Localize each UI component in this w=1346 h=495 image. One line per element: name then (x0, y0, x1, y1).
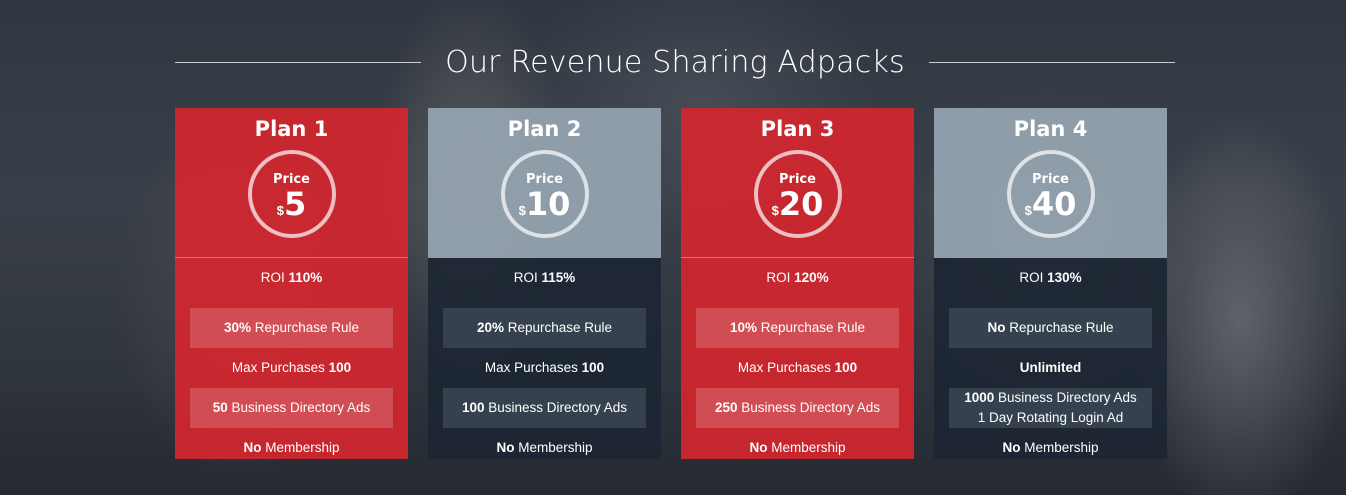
currency-symbol: $ (518, 203, 526, 218)
membership-value: No (496, 440, 515, 455)
membership-value: No (749, 440, 768, 455)
max-value: 100 (834, 360, 858, 375)
roi-label: ROI (260, 270, 285, 285)
currency-symbol: $ (1024, 203, 1032, 218)
ads-row: 1000 Business Directory Ads 1 Day Rotati… (949, 388, 1152, 428)
max-label: Max Purchases (737, 360, 831, 375)
roi-value: 120% (794, 270, 829, 285)
plan-name: Plan 2 (507, 117, 582, 141)
roi-row: ROI 130% (949, 268, 1152, 288)
membership-row: No Membership (696, 438, 899, 458)
max-value: 100 (581, 360, 605, 375)
repurchase-value: 10% (729, 320, 757, 335)
repurchase-row: 20% Repurchase Rule (443, 308, 646, 348)
plan-card-1[interactable]: Plan 1 Price $5 ROI 110% 30% Repurchase … (175, 108, 408, 459)
plan-features: ROI 115% 20% Repurchase Rule Max Purchas… (428, 258, 661, 459)
membership-row: No Membership (190, 438, 393, 458)
roi-label: ROI (513, 270, 538, 285)
ads-row: 100 Business Directory Ads (443, 388, 646, 428)
membership-text: Membership (265, 440, 340, 455)
price-value: $5 (277, 188, 307, 220)
plan-header: Plan 3 Price $20 (681, 108, 914, 258)
price-amount: 5 (283, 185, 307, 223)
membership-row: No Membership (949, 438, 1152, 458)
plan-header: Plan 4 Price $40 (934, 108, 1167, 258)
plan-name: Plan 1 (254, 117, 329, 141)
ads-row: 50 Business Directory Ads (190, 388, 393, 428)
price-circle: Price $10 (500, 150, 589, 238)
plan-features: ROI 120% 10% Repurchase Rule Max Purchas… (681, 258, 914, 459)
plans-container: Plan 1 Price $5 ROI 110% 30% Repurchase … (175, 108, 1167, 459)
ads-text: Business Directory Ads (741, 400, 881, 415)
plan-features: ROI 130% No Repurchase Rule Unlimited 10… (934, 258, 1167, 459)
ads-text: Business Directory Ads (998, 390, 1137, 405)
ads-value: 1000 (964, 390, 995, 405)
repurchase-row: 10% Repurchase Rule (696, 308, 899, 348)
max-value: Unlimited (1019, 360, 1082, 375)
price-amount: 40 (1031, 185, 1077, 223)
repurchase-value: 30% (223, 320, 251, 335)
plan-features: ROI 110% 30% Repurchase Rule Max Purchas… (175, 258, 408, 459)
max-value: 100 (328, 360, 352, 375)
title-divider-left (175, 61, 422, 63)
repurchase-row: No Repurchase Rule (949, 308, 1152, 348)
max-purchases-row: Unlimited (949, 358, 1152, 378)
max-label: Max Purchases (484, 360, 578, 375)
plan-header: Plan 2 Price $10 (428, 108, 661, 258)
repurchase-value: 20% (476, 320, 504, 335)
membership-text: Membership (1024, 440, 1099, 455)
price-circle: Price $40 (1006, 150, 1095, 238)
ads-value: 100 (461, 400, 485, 415)
section-header: Our Revenue Sharing Adpacks (175, 40, 1175, 84)
membership-row: No Membership (443, 438, 646, 458)
repurchase-row: 30% Repurchase Rule (190, 308, 393, 348)
roi-label: ROI (766, 270, 791, 285)
max-purchases-row: Max Purchases 100 (696, 358, 899, 378)
repurchase-text: Repurchase Rule (760, 320, 866, 335)
plan-header: Plan 1 Price $5 (175, 108, 408, 258)
plan-name: Plan 3 (760, 117, 835, 141)
price-circle: Price $5 (247, 150, 336, 238)
roi-value: 130% (1047, 270, 1082, 285)
max-label: Max Purchases (231, 360, 325, 375)
ads-value: 50 (212, 400, 228, 415)
price-value: $10 (519, 188, 571, 220)
roi-row: ROI 115% (443, 268, 646, 288)
currency-symbol: $ (771, 203, 779, 218)
repurchase-text: Repurchase Rule (254, 320, 360, 335)
membership-text: Membership (771, 440, 846, 455)
max-purchases-row: Max Purchases 100 (190, 358, 393, 378)
ads-text: Business Directory Ads (231, 400, 371, 415)
roi-row: ROI 110% (190, 268, 393, 288)
roi-value: 115% (541, 270, 576, 285)
roi-row: ROI 120% (696, 268, 899, 288)
plan-name: Plan 4 (1013, 117, 1088, 141)
membership-text: Membership (518, 440, 593, 455)
repurchase-text: Repurchase Rule (1009, 320, 1114, 335)
membership-value: No (1002, 440, 1021, 455)
price-amount: 20 (778, 185, 824, 223)
title-divider-right (928, 61, 1175, 63)
plan-card-3[interactable]: Plan 3 Price $20 ROI 120% 10% Repurchase… (681, 108, 914, 459)
plan-card-4[interactable]: Plan 4 Price $40 ROI 130% No Repurchase … (934, 108, 1167, 459)
ads-row: 250 Business Directory Ads (696, 388, 899, 428)
roi-label: ROI (1019, 270, 1044, 285)
price-circle: Price $20 (753, 150, 842, 238)
price-value: $20 (772, 188, 824, 220)
membership-value: No (243, 440, 262, 455)
ads-extra-text: 1 Day Rotating Login Ad (977, 410, 1124, 425)
ads-text: Business Directory Ads (488, 400, 628, 415)
max-purchases-row: Max Purchases 100 (443, 358, 646, 378)
section-title: Our Revenue Sharing Adpacks (445, 44, 905, 80)
roi-value: 110% (288, 270, 323, 285)
price-value: $40 (1025, 188, 1077, 220)
plan-card-2[interactable]: Plan 2 Price $10 ROI 115% 20% Repurchase… (428, 108, 661, 459)
ads-value: 250 (714, 400, 738, 415)
price-amount: 10 (525, 185, 571, 223)
currency-symbol: $ (276, 203, 284, 218)
repurchase-value: No (987, 320, 1006, 335)
repurchase-text: Repurchase Rule (507, 320, 613, 335)
